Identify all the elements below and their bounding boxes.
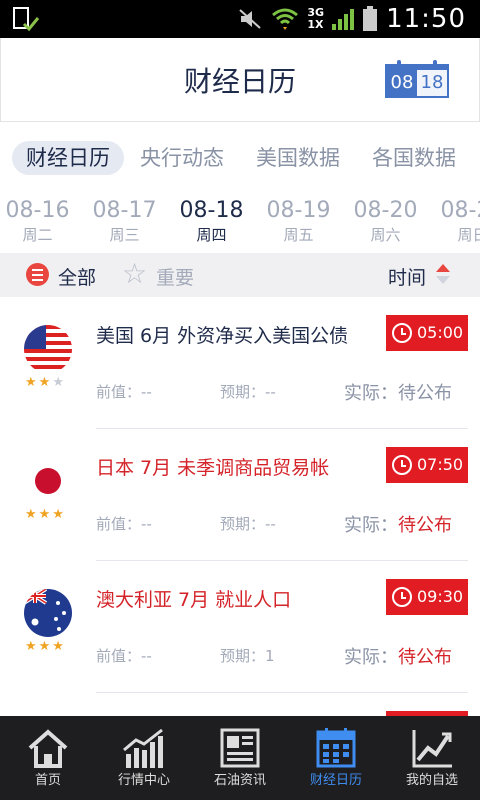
date-item[interactable]: 08-19 周五 [255,196,342,252]
tab-us-data[interactable]: 美国数据 [240,141,356,175]
news-icon [220,728,260,768]
notification-check-icon [13,7,40,32]
actual-value: 实际：待公布 [344,515,452,536]
date-item-selected[interactable]: 08-18 周四 [168,196,255,252]
importance-stars: ★★★ [25,639,66,654]
filter-important[interactable]: 重要 [156,263,194,290]
mute-icon [239,9,262,29]
calendar-month: 08 [387,70,417,96]
event-time-badge[interactable]: 07:50 [386,447,468,483]
divider [96,692,468,693]
alarm-clock-icon [392,455,412,475]
tab-central-bank[interactable]: 央行动态 [124,141,240,175]
australia-flag-icon [24,589,72,637]
sort-time[interactable]: 时间 [388,263,426,290]
tab-calendar[interactable]: 财经日历 [12,141,124,175]
nav-oil-news[interactable]: 石油资讯 [192,716,288,800]
nav-home[interactable]: 首页 [0,716,96,800]
date-item[interactable]: 08-17 周三 [81,196,168,252]
sort-icon[interactable] [436,264,450,286]
alarm-clock-icon [392,587,412,607]
filter-bar: 全部 ☆ 重要 时间 [0,253,480,297]
list-item[interactable]: ★★★ 澳大利亚 7月 就业人口 09:30 前值：-- 预期：1 实际：待公布 [0,561,480,693]
star-outline-icon[interactable]: ☆ [122,259,147,289]
previous-value: 前值：-- [96,383,152,401]
nav-watchlist[interactable]: 我的自选 [384,716,480,800]
date-strip: 08-16 周二 08-17 周三 08-18 周四 08-19 周五 08-2… [0,196,480,252]
chart-icon [123,728,163,768]
bottom-nav: 首页 行情中心 石油资讯 财经日历 我的自选 [0,716,480,800]
event-time-badge[interactable]: 05:00 [386,315,468,351]
tab-country-data[interactable]: 各国数据 [356,141,472,175]
signal-icon [332,9,355,30]
date-item[interactable]: 08-21 周日 [429,196,480,252]
importance-stars: ★★★ [25,375,66,390]
category-tabs: 财经日历 央行动态 美国数据 各国数据 [0,136,480,180]
japan-flag-icon [24,457,72,505]
nav-calendar[interactable]: 财经日历 [288,716,384,800]
list-item[interactable]: ★★★ 日本 7月 未季调商品贸易帐 07:50 前值：-- 预期：-- 实际：… [0,429,480,561]
filter-all[interactable]: 全部 [58,263,96,290]
calendar-day: 18 [420,72,444,93]
status-bar: 3G 1X 11:50 [0,0,480,38]
actual-value: 实际：待公布 [344,647,452,668]
actual-value: 实际：待公布 [344,383,452,404]
event-title: 日本 7月 未季调商品贸易帐 [96,457,330,479]
network-type: 3G 1X [307,6,325,31]
list-item[interactable]: ★★★ 美国 6月 外资净买入美国公债 05:00 前值：-- 预期：-- 实际… [0,297,480,429]
calendar-button[interactable]: 08 18 [385,60,449,98]
us-flag-icon [24,325,72,373]
nav-market[interactable]: 行情中心 [96,716,192,800]
date-item[interactable]: 08-16 周二 [0,196,81,252]
event-list: ★★★ 美国 6月 外资净买入美国公债 05:00 前值：-- 预期：-- 实际… [0,297,480,717]
event-time-badge[interactable]: 09:30 [386,579,468,615]
trend-icon [412,730,452,768]
previous-value: 前值：-- [96,647,152,665]
event-title: 美国 6月 外资净买入美国公债 [96,325,349,347]
battery-icon [363,6,378,31]
date-item[interactable]: 08-20 周六 [342,196,429,252]
home-icon [28,729,68,768]
status-time: 11:50 [386,4,466,34]
expected-value: 预期：1 [220,647,275,665]
event-title: 澳大利亚 7月 就业人口 [96,589,292,611]
header: 财经日历 08 18 [0,38,480,122]
previous-value: 前值：-- [96,515,152,533]
wifi-icon [272,8,299,30]
alarm-clock-icon [392,323,412,343]
expected-value: 预期：-- [220,515,276,533]
list-icon[interactable] [26,263,49,286]
expected-value: 预期：-- [220,383,276,401]
calendar-icon [316,728,356,768]
importance-stars: ★★★ [25,507,66,522]
